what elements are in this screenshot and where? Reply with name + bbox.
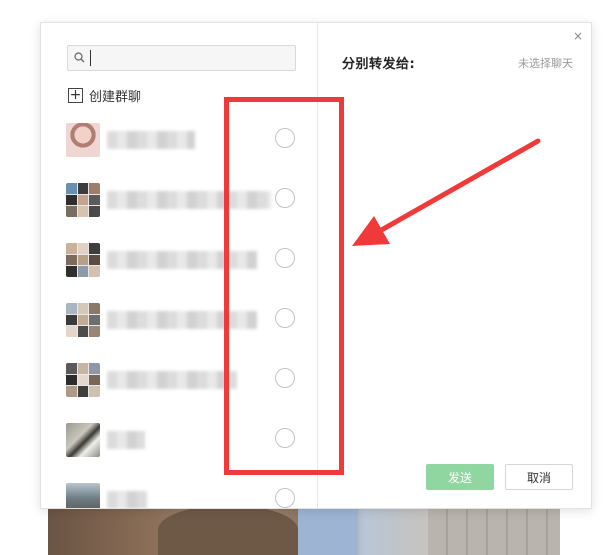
text-caret [90, 50, 91, 66]
selection-panel: × 分别转发给: 未选择聊天 发送 取消 [318, 23, 591, 508]
contact-name-blurred [107, 131, 195, 149]
select-radio[interactable] [275, 488, 295, 508]
close-icon[interactable]: × [573, 29, 583, 43]
group-avatar [66, 243, 100, 277]
create-group-label: 创建群聊 [89, 89, 142, 105]
contact-row[interactable] [41, 483, 317, 508]
send-button[interactable]: 发送 [426, 464, 494, 490]
search-input[interactable] [67, 45, 296, 71]
search-field[interactable] [92, 48, 291, 68]
search-icon [74, 52, 85, 63]
group-avatar [66, 303, 100, 337]
background-figure [158, 505, 298, 555]
background-jeans [298, 505, 358, 555]
group-avatar [66, 183, 100, 217]
plus-icon: + [68, 87, 83, 103]
selection-status: 未选择聊天 [518, 57, 573, 70]
dog-avatar [66, 423, 100, 457]
background-pavement [428, 505, 560, 555]
annotation-highlight-box [224, 97, 344, 475]
contact-name-blurred [107, 431, 145, 449]
contact-name-blurred [107, 371, 237, 389]
create-group-button[interactable]: + 创建群聊 [68, 85, 141, 105]
cancel-button[interactable]: 取消 [505, 464, 573, 490]
group-avatar [66, 363, 100, 397]
contact-name-blurred [107, 491, 147, 508]
background-photo [48, 505, 560, 555]
girl-avatar [66, 123, 100, 157]
forward-title: 分别转发给: [342, 57, 416, 72]
photo-avatar [66, 483, 100, 508]
